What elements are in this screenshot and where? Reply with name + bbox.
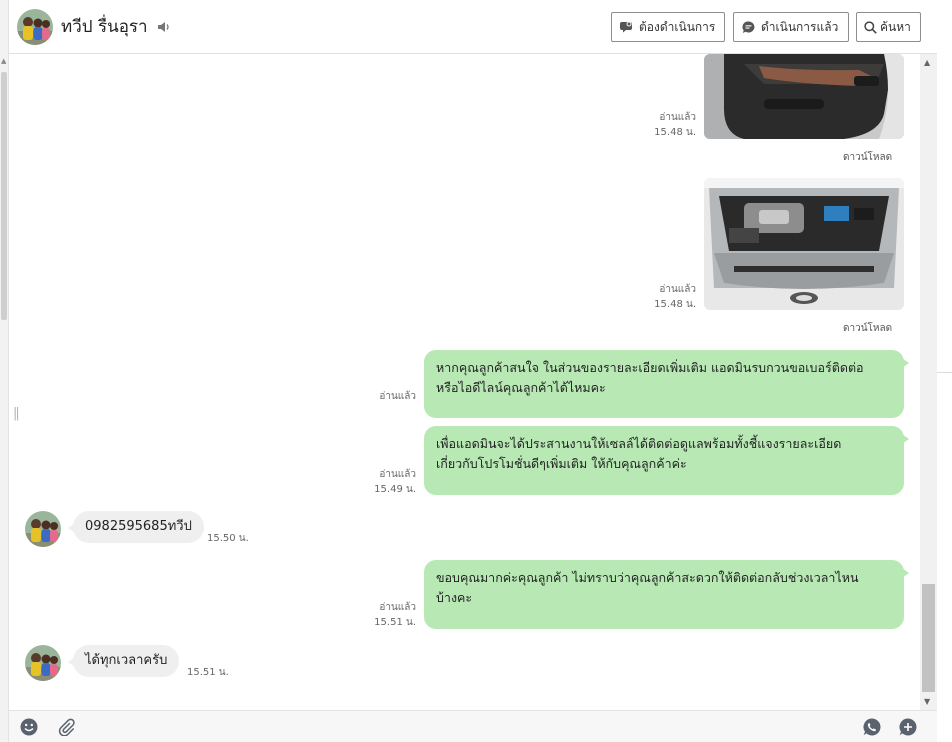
outgoing-message[interactable]: เพื่อแอดมินจะได้ประสานงานให้เซลล์ได้ติดต… (424, 426, 909, 495)
message-meta: อ่านแล้ว 15.48 น. (616, 110, 696, 140)
emoji-icon[interactable] (20, 718, 38, 740)
read-status: อ่านแล้ว (659, 284, 696, 295)
message-meta: อ่านแล้ว (336, 389, 416, 404)
left-scrollbar-thumb[interactable] (1, 72, 7, 320)
image-message-engine-bay[interactable] (704, 178, 904, 310)
bubble-tail (902, 568, 909, 578)
contact-name: ทวีป รื่นอุรา (61, 17, 148, 37)
left-scrollbar[interactable]: ▲ (0, 0, 9, 742)
message-list[interactable]: อ่านแล้ว 15.48 น. ดาวน์โหลด อ่านแล้ว 15.… (9, 54, 920, 710)
message-time: 15.48 น. (654, 299, 696, 310)
download-link[interactable]: ดาวน์โหลด (843, 150, 892, 165)
chat-window: ▲ || ทวีป รื่นอุรา ต้องดำเนินการ ดำเนินก… (0, 0, 952, 742)
message-line: ขอบคุณมากค่ะคุณลูกค้า ไม่ทราบว่าคุณลูกค้… (436, 570, 859, 585)
message-line: หรือไอดีไลน์คุณลูกค้าได้ไหมคะ (436, 380, 606, 395)
todo-button-label: ต้องดำเนินการ (639, 19, 716, 34)
done-button[interactable]: ดำเนินการแล้ว (733, 12, 849, 42)
message-line: เพื่อแอดมินจะได้ประสานงานให้เซลล์ได้ติดต… (436, 436, 842, 451)
message-meta: อ่านแล้ว 15.48 น. (616, 282, 696, 312)
car-door-image (704, 54, 904, 139)
customer-avatar[interactable] (25, 645, 61, 685)
read-status: อ่านแล้ว (379, 391, 416, 402)
message-meta: อ่านแล้ว 15.51 น. (336, 600, 416, 630)
message-text: ได้ทุกเวลาครับ (85, 653, 168, 668)
todo-button[interactable]: ต้องดำเนินการ (611, 12, 725, 42)
contact-avatar[interactable] (17, 9, 53, 49)
download-link[interactable]: ดาวน์โหลด (843, 321, 892, 336)
search-button-label: ค้นหา (880, 19, 911, 34)
read-status: อ่านแล้ว (659, 112, 696, 123)
attachment-icon[interactable] (57, 718, 75, 740)
message-time: 15.49 น. (374, 484, 416, 495)
message-time: 15.51 น. (187, 667, 229, 678)
composer-toolbar (9, 710, 937, 742)
engine-bay-image (704, 178, 904, 310)
message-line: เกี่ยวกับโปรโมชั่นดีๆเพิ่มเติม ให้กับคุณ… (436, 456, 687, 471)
chat-done-icon (742, 20, 755, 33)
message-time: 15.51 น. (374, 617, 416, 628)
read-status: อ่านแล้ว (379, 602, 416, 613)
scroll-down-icon[interactable]: ▼ (924, 697, 930, 706)
message-line: บ้างคะ (436, 590, 473, 605)
message-time: 15.50 น. (207, 533, 249, 544)
outgoing-message[interactable]: หากคุณลูกค้าสนใจ ในส่วนของรายละเอียดเพิ่… (424, 350, 909, 418)
bubble-tail (68, 657, 75, 667)
message-scrollbar-thumb[interactable] (922, 584, 935, 692)
image-message-car-door[interactable] (704, 54, 904, 139)
message-text: 0982595685ทวีป (85, 519, 192, 534)
chat-pending-icon (620, 21, 632, 33)
incoming-message[interactable]: ได้ทุกเวลาครับ (68, 645, 180, 677)
speaker-icon[interactable] (157, 19, 171, 38)
customer-avatar[interactable] (25, 511, 61, 551)
outgoing-message[interactable]: ขอบคุณมากค่ะคุณลูกค้า ไม่ทราบว่าคุณลูกค้… (424, 560, 909, 629)
message-scrollbar[interactable]: ▲ ▼ (920, 54, 937, 710)
search-icon (864, 20, 877, 34)
message-time: 15.48 น. (654, 127, 696, 138)
divider (937, 372, 952, 373)
scroll-up-icon[interactable]: ▲ (924, 58, 930, 67)
bubble-tail (902, 434, 909, 444)
bubble-tail (902, 358, 909, 368)
scroll-up-arrow-icon[interactable]: ▲ (1, 57, 6, 65)
add-icon[interactable] (899, 718, 917, 740)
search-button[interactable]: ค้นหา (856, 12, 921, 42)
message-line: หากคุณลูกค้าสนใจ ในส่วนของรายละเอียดเพิ่… (436, 360, 864, 375)
call-icon[interactable] (863, 718, 881, 740)
done-button-label: ดำเนินการแล้ว (761, 19, 839, 34)
chat-header: ทวีป รื่นอุรา ต้องดำเนินการ ดำเนินการแล้… (9, 0, 937, 54)
bubble-tail (68, 523, 75, 533)
incoming-message[interactable]: 0982595685ทวีป (68, 511, 204, 543)
read-status: อ่านแล้ว (379, 469, 416, 480)
message-meta: อ่านแล้ว 15.49 น. (336, 467, 416, 497)
